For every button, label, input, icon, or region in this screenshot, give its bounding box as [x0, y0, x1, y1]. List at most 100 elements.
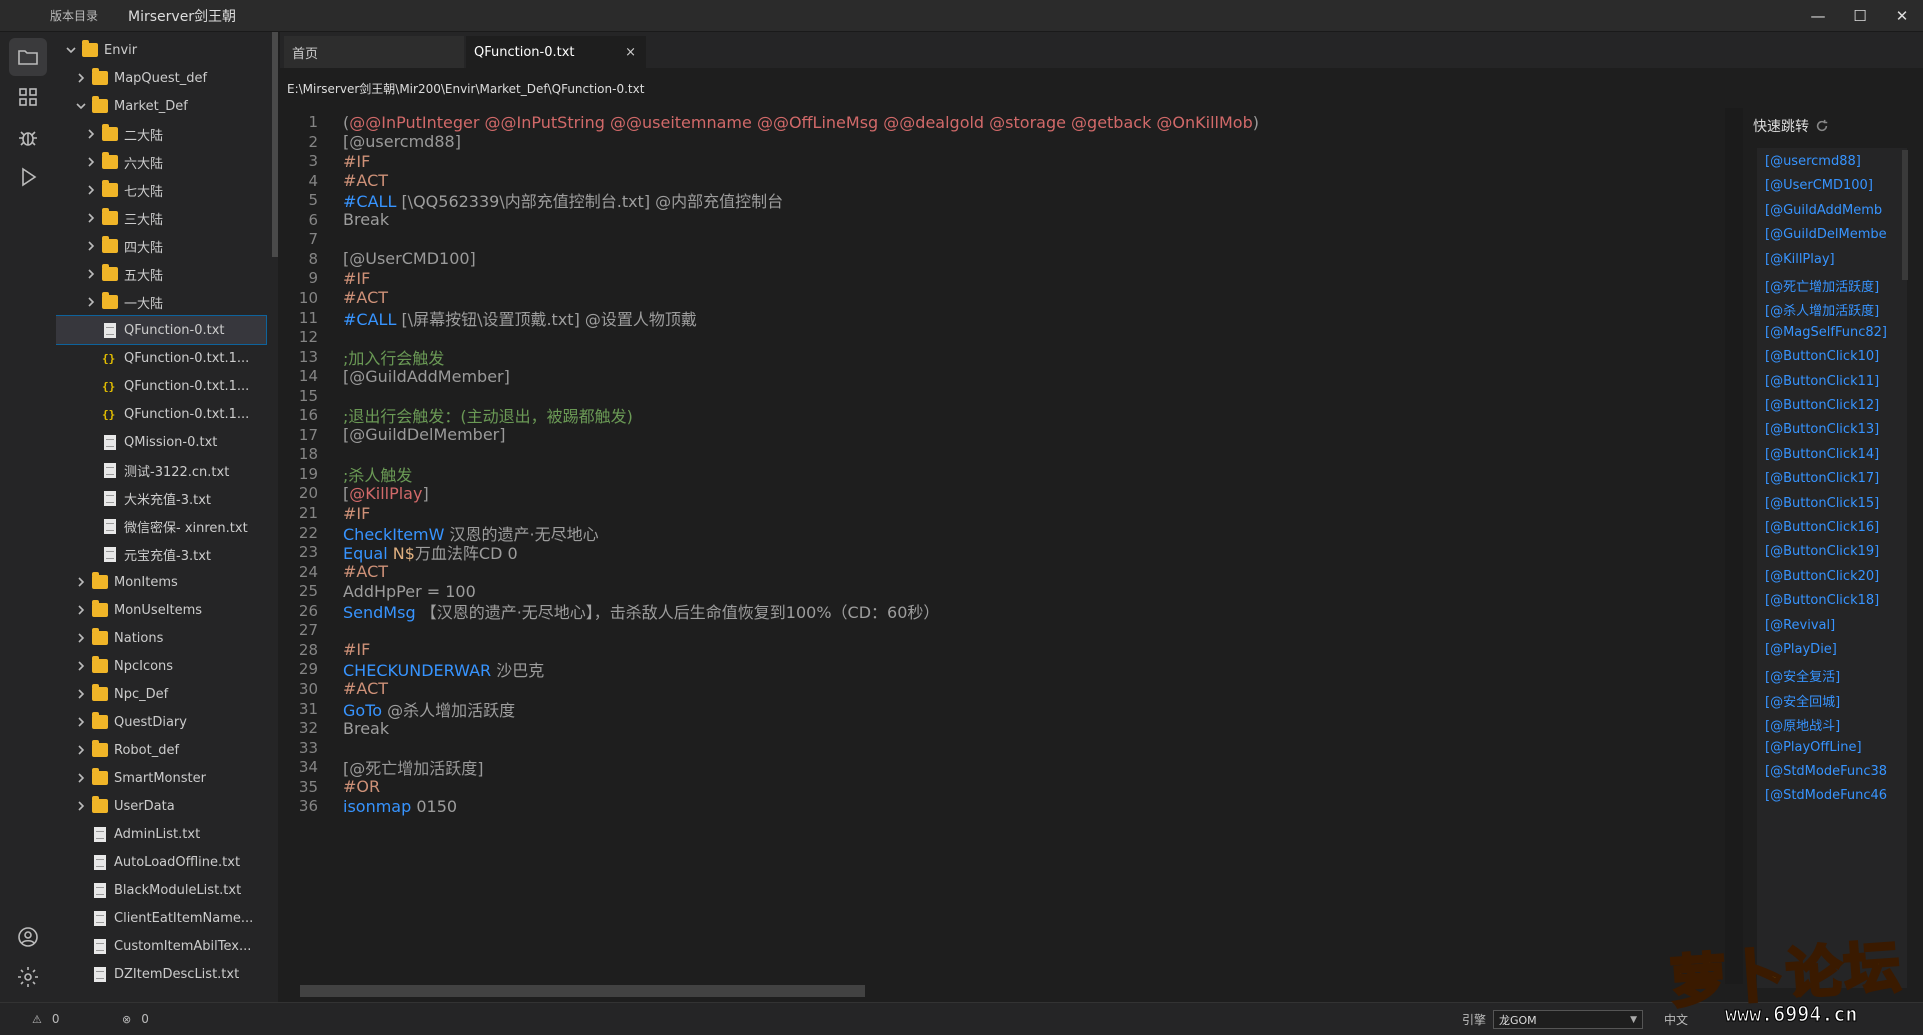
quick-jump-item[interactable]: [@杀人增加活跃度]: [1765, 300, 1879, 319]
extensions-button[interactable]: [9, 78, 47, 116]
quick-jump-item[interactable]: [@PlayOffLine]: [1765, 740, 1862, 755]
editor-scroll-track[interactable]: [1725, 108, 1743, 984]
quick-jump-item[interactable]: [@StdModeFunc46: [1765, 788, 1887, 803]
quick-jump-item[interactable]: [@ButtonClick20]: [1765, 569, 1879, 584]
tree-file[interactable]: 大米充值-3.txt: [56, 484, 266, 512]
chevron-right-icon[interactable]: [84, 267, 98, 281]
quick-jump-item[interactable]: [@Revival]: [1765, 618, 1835, 633]
quick-jump-item[interactable]: [@KillPlay]: [1765, 252, 1835, 267]
tree-folder[interactable]: 三大陆: [56, 204, 266, 232]
version-directory-menu[interactable]: 版本目录: [50, 7, 98, 24]
chevron-right-icon[interactable]: [74, 659, 88, 673]
tree-file[interactable]: CustomItemAbilTex...: [56, 932, 266, 960]
tree-folder[interactable]: Nations: [56, 624, 266, 652]
chevron-right-icon[interactable]: [84, 295, 98, 309]
maximize-button[interactable]: ☐: [1839, 0, 1881, 32]
tree-folder[interactable]: Market_Def: [56, 92, 266, 120]
quick-jump-item[interactable]: [@UserCMD100]: [1765, 178, 1873, 193]
quick-jump-item[interactable]: [@usercmd88]: [1765, 154, 1861, 169]
minimize-button[interactable]: —: [1797, 0, 1839, 32]
quick-jump-scrollbar[interactable]: [1902, 150, 1908, 280]
quick-jump-item[interactable]: [@ButtonClick13]: [1765, 422, 1879, 437]
quick-jump-item[interactable]: [@ButtonClick11]: [1765, 374, 1879, 389]
close-tab-icon[interactable]: ×: [625, 45, 636, 60]
tree-folder[interactable]: MonUseItems: [56, 596, 266, 624]
chevron-right-icon[interactable]: [84, 183, 98, 197]
tree-folder[interactable]: Envir: [56, 36, 266, 64]
tree-folder[interactable]: Robot_def: [56, 736, 266, 764]
tree-folder[interactable]: 一大陆: [56, 288, 266, 316]
quick-jump-item[interactable]: [@ButtonClick15]: [1765, 496, 1879, 511]
quick-jump-item[interactable]: [@PlayDie]: [1765, 642, 1837, 657]
tree-file[interactable]: BlackModuleList.txt: [56, 876, 266, 904]
tree-file[interactable]: QFunction-0.txt: [56, 315, 267, 345]
tree-file[interactable]: ClientEatItemName...: [56, 904, 266, 932]
tree-file[interactable]: DZItemDescList.txt: [56, 960, 266, 988]
quick-jump-item[interactable]: [@GuildDelMembe: [1765, 227, 1887, 242]
quick-jump-item[interactable]: [@ButtonClick10]: [1765, 349, 1879, 364]
chevron-right-icon[interactable]: [84, 127, 98, 141]
tree-folder[interactable]: MapQuest_def: [56, 64, 266, 92]
quick-jump-item[interactable]: [@ButtonClick16]: [1765, 520, 1879, 535]
tree-file[interactable]: {} QFunction-0.txt.1...: [56, 372, 266, 400]
chevron-right-icon[interactable]: [74, 603, 88, 617]
quick-jump-item[interactable]: [@ButtonClick17]: [1765, 471, 1879, 486]
quick-jump-item[interactable]: [@安全复活]: [1765, 666, 1840, 685]
tree-file[interactable]: {} QFunction-0.txt.1...: [56, 344, 266, 372]
tab-home[interactable]: 首页: [284, 36, 464, 68]
tree-folder[interactable]: 五大陆: [56, 260, 266, 288]
tree-folder[interactable]: 四大陆: [56, 232, 266, 260]
chevron-right-icon[interactable]: [74, 799, 88, 813]
chevron-right-icon[interactable]: [84, 239, 98, 253]
tab-qfunction[interactable]: QFunction-0.txt ×: [466, 36, 646, 68]
chevron-down-icon[interactable]: [74, 99, 88, 113]
chevron-right-icon[interactable]: [74, 743, 88, 757]
tree-file[interactable]: 微信密保- xinren.txt: [56, 512, 266, 540]
tree-file[interactable]: AutoLoadOffline.txt: [56, 848, 266, 876]
run-button[interactable]: [9, 158, 47, 196]
tree-file[interactable]: {} QFunction-0.txt.1...: [56, 400, 266, 428]
tree-folder[interactable]: 二大陆: [56, 120, 266, 148]
settings-button[interactable]: [9, 958, 47, 996]
tree-folder[interactable]: MonItems: [56, 568, 266, 596]
tree-folder[interactable]: NpcIcons: [56, 652, 266, 680]
quick-jump-item[interactable]: [@MagSelfFunc82]: [1765, 325, 1887, 340]
quick-jump-item[interactable]: [@ButtonClick18]: [1765, 593, 1879, 608]
quick-jump-item[interactable]: [@死亡增加活跃度]: [1765, 276, 1879, 295]
chevron-down-icon[interactable]: [64, 43, 78, 57]
explorer-button[interactable]: [9, 38, 47, 76]
code-line[interactable]: 36 isonmap 0150: [280, 794, 1725, 818]
horizontal-scrollbar[interactable]: [300, 985, 865, 997]
quick-jump-item[interactable]: [@安全回城]: [1765, 691, 1840, 710]
chevron-right-icon[interactable]: [74, 575, 88, 589]
warnings-status[interactable]: ⚠ 0: [32, 1012, 60, 1026]
tree-folder[interactable]: Npc_Def: [56, 680, 266, 708]
chevron-right-icon[interactable]: [74, 715, 88, 729]
close-window-button[interactable]: ✕: [1881, 0, 1923, 32]
refresh-icon[interactable]: [1815, 119, 1829, 133]
quick-jump-item[interactable]: [@ButtonClick14]: [1765, 447, 1879, 462]
tree-file[interactable]: QMission-0.txt: [56, 428, 266, 456]
chevron-right-icon[interactable]: [74, 71, 88, 85]
debug-button[interactable]: [9, 118, 47, 156]
engine-select[interactable]: 龙GOM ▼: [1493, 1010, 1643, 1029]
quick-jump-item[interactable]: [@ButtonClick19]: [1765, 544, 1879, 559]
chevron-right-icon[interactable]: [74, 771, 88, 785]
chevron-right-icon[interactable]: [84, 155, 98, 169]
tree-file[interactable]: 元宝充值-3.txt: [56, 540, 266, 568]
chevron-right-icon[interactable]: [74, 631, 88, 645]
errors-status[interactable]: ⊗ 0: [122, 1012, 149, 1026]
code-editor[interactable]: 1 (@@InPutInteger @@InPutString @@useitem…: [280, 108, 1725, 984]
tree-folder[interactable]: 六大陆: [56, 148, 266, 176]
tree-folder[interactable]: SmartMonster: [56, 764, 266, 792]
tree-folder[interactable]: 七大陆: [56, 176, 266, 204]
account-button[interactable]: [9, 918, 47, 956]
quick-jump-item[interactable]: [@原地战斗]: [1765, 715, 1840, 734]
tree-folder[interactable]: UserData: [56, 792, 266, 820]
quick-jump-item[interactable]: [@ButtonClick12]: [1765, 398, 1879, 413]
tree-file[interactable]: AdminList.txt: [56, 820, 266, 848]
quick-jump-item[interactable]: [@StdModeFunc38: [1765, 764, 1887, 779]
tree-folder[interactable]: QuestDiary: [56, 708, 266, 736]
chevron-right-icon[interactable]: [74, 687, 88, 701]
tree-file[interactable]: 测试-3122.cn.txt: [56, 456, 266, 484]
